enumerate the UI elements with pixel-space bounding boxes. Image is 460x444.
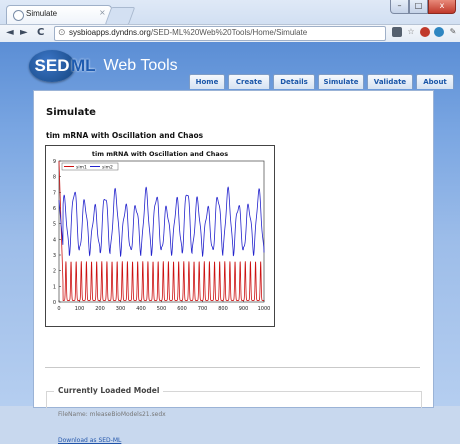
x-tick-label: 700	[198, 306, 208, 312]
logo-sed: SED	[34, 56, 70, 75]
new-tab-button[interactable]	[104, 7, 136, 25]
nav-simulate[interactable]: Simulate	[318, 74, 364, 89]
legend-sim2-label: sim2	[102, 165, 113, 171]
page-title: Simulate	[46, 107, 96, 118]
simulation-chart: tim mRNA with Oscillation and Chaos 0 1 2 3 4…	[45, 145, 275, 327]
extension-icons: ☆ ✎	[392, 27, 458, 37]
back-button[interactable]: ◄	[6, 27, 14, 38]
plot-area	[58, 160, 265, 303]
tab-title: Simulate	[26, 9, 58, 18]
logo-circle: SED	[29, 50, 75, 82]
x-tick-label: 900	[239, 306, 249, 312]
nav-details[interactable]: Details	[273, 74, 315, 89]
site-logo[interactable]: SED ML Web Tools	[29, 50, 178, 82]
y-tick-label: 4	[53, 237, 56, 243]
x-tick-label: 400	[136, 306, 146, 312]
y-tick-label: 8	[53, 175, 56, 181]
legend-sim1-label: sim1	[76, 165, 87, 171]
page-action-icon[interactable]	[392, 27, 402, 37]
chart-svg: tim mRNA with Oscillation and Chaos 0 1 2 3 4…	[53, 150, 271, 312]
y-tick-label: 9	[53, 159, 56, 165]
y-tick-label: 6	[53, 206, 56, 212]
y-tick-label: 3	[53, 253, 56, 259]
nav-validate[interactable]: Validate	[367, 74, 413, 89]
address-bar[interactable]: ⊙ sysbioapps.dyndns.org/SED-ML%20Web%20T…	[54, 26, 386, 41]
model-heading: tim mRNA with Oscillation and Chaos	[46, 131, 204, 140]
x-tick-label: 200	[95, 306, 105, 312]
browser-tab[interactable]: Simulate ×	[6, 5, 112, 25]
favicon-icon	[13, 10, 24, 21]
page-info-icon: ⊙	[58, 28, 66, 38]
section-divider	[45, 367, 420, 368]
minimize-button[interactable]: –	[390, 0, 409, 14]
browser-toolbar: ◄ ► C ⊙ sysbioapps.dyndns.org/SED-ML%20W…	[0, 24, 460, 43]
x-tick-label: 600	[177, 306, 187, 312]
chart-title: tim mRNA with Oscillation and Chaos	[92, 150, 228, 158]
maximize-button[interactable]: □	[409, 0, 428, 14]
y-tick-label: 2	[53, 269, 56, 275]
logo-ml: ML	[71, 56, 96, 75]
x-tick-label: 800	[218, 306, 228, 312]
nav-about[interactable]: About	[416, 74, 454, 89]
tab-close-icon[interactable]: ×	[99, 8, 106, 17]
nav-create[interactable]: Create	[228, 74, 270, 89]
window-controls: – □ x	[390, 0, 456, 14]
x-tick-label: 100	[75, 306, 85, 312]
extension-blue-icon[interactable]	[434, 27, 444, 37]
star-icon[interactable]: ☆	[406, 27, 416, 37]
forward-button[interactable]: ►	[20, 27, 28, 38]
y-tick-label: 5	[53, 222, 56, 228]
extension-red-icon[interactable]	[420, 27, 430, 37]
x-tick-label: 1000	[258, 306, 271, 312]
filename-text: FileName: mleaseBioModels21.sedx	[58, 411, 166, 418]
x-tick-label: 300	[116, 306, 126, 312]
page-background: SED ML Web Tools Home Create Details Sim…	[0, 42, 460, 444]
loaded-model-title: Currently Loaded Model	[54, 386, 164, 395]
y-tick-label: 7	[53, 190, 56, 196]
wrench-icon[interactable]: ✎	[448, 27, 458, 37]
x-tick-label: 500	[157, 306, 167, 312]
nav-home[interactable]: Home	[189, 74, 225, 89]
top-navigation: Home Create Details Simulate Validate Ab…	[189, 74, 454, 89]
url-text: sysbioapps.dyndns.org/SED-ML%20Web%20Too…	[69, 28, 308, 37]
main-content: Simulate tim mRNA with Oscillation and C…	[33, 90, 434, 444]
x-tick-label: 0	[57, 306, 60, 312]
y-tick-label: 0	[53, 300, 56, 306]
download-link[interactable]: Download as SED-ML	[58, 437, 121, 444]
reload-button[interactable]: C	[37, 27, 44, 38]
logo-web-tools: Web Tools	[103, 57, 178, 74]
close-window-button[interactable]: x	[428, 0, 456, 14]
y-tick-label: 1	[53, 284, 56, 290]
